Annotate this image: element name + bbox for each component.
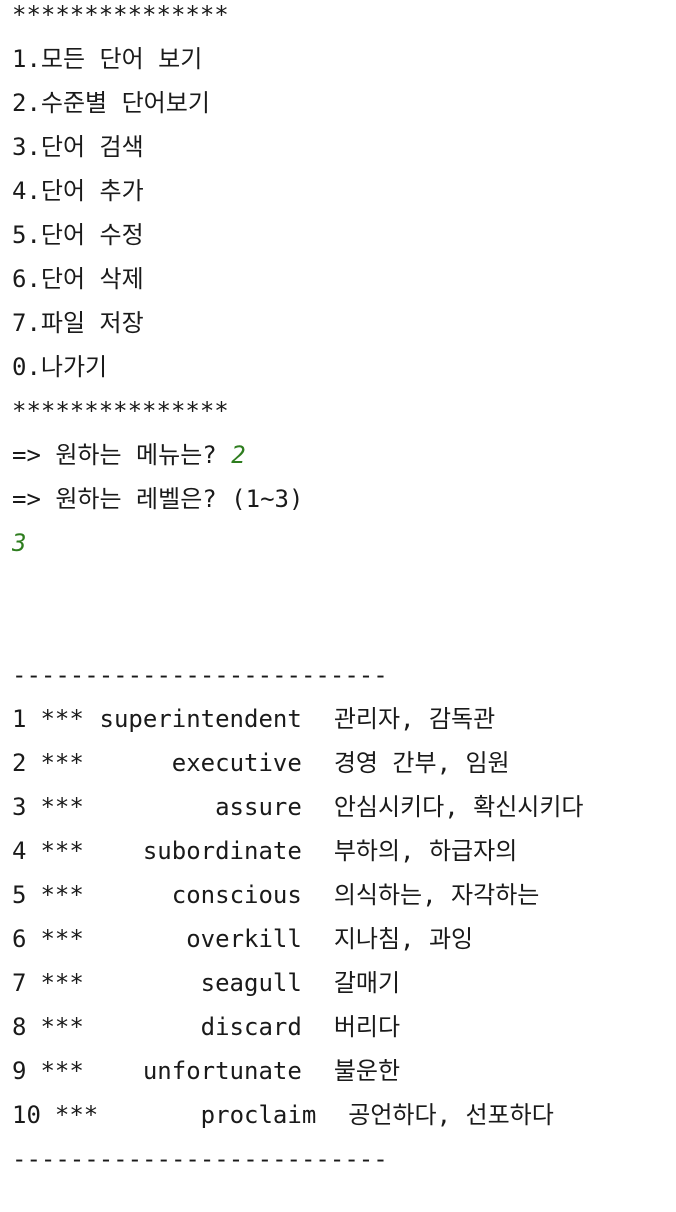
- word-level: ***: [40, 1013, 84, 1041]
- menu-item-search: 3.단어 검색: [12, 133, 144, 161]
- word-level: ***: [40, 969, 84, 997]
- word-list: 1 *** superintendent 관리자, 감독관 2 *** executive 경…: [12, 697, 672, 1137]
- word-level: ***: [40, 793, 84, 821]
- word-index: 4: [12, 837, 27, 865]
- word-meaning: 관리자, 감독관: [333, 705, 496, 733]
- menu-input[interactable]: 2: [231, 441, 245, 469]
- menu-item-save-file: 7.파일 저장: [12, 309, 144, 337]
- word-meaning: 지나침, 과잉: [333, 925, 474, 953]
- word-text: seagull: [200, 969, 302, 997]
- word-level: ***: [40, 749, 84, 777]
- word-index: 10: [12, 1101, 41, 1129]
- word-meaning: 불운한: [333, 1057, 401, 1085]
- word-index: 3: [12, 793, 27, 821]
- menu-item-delete: 6.단어 삭제: [12, 265, 144, 293]
- word-row: 6 *** overkill 지나침, 과잉: [12, 917, 672, 961]
- word-text: superintendent: [99, 705, 302, 733]
- word-text: discard: [200, 1013, 302, 1041]
- console-output: *************** 1.모든 단어 보기 2.수준별 단어보기 3.…: [12, 0, 672, 1181]
- menu-prompt-line: => 원하는 메뉴는? 2: [12, 433, 672, 477]
- word-text: unfortunate: [142, 1057, 302, 1085]
- word-row: 10 *** proclaim 공언하다, 선포하다: [12, 1093, 672, 1137]
- word-meaning: 의식하는, 자각하는: [333, 881, 540, 909]
- word-index: 7: [12, 969, 27, 997]
- word-text: proclaim: [200, 1101, 317, 1129]
- word-index: 2: [12, 749, 27, 777]
- word-row: 4 *** subordinate 부하의, 하급자의: [12, 829, 672, 873]
- menu-item-exit: 0.나가기: [12, 353, 108, 381]
- word-row: 8 *** discard 버리다: [12, 1005, 672, 1049]
- level-input[interactable]: 3: [12, 521, 672, 565]
- word-index: 8: [12, 1013, 27, 1041]
- word-index: 6: [12, 925, 27, 953]
- word-meaning: 버리다: [333, 1013, 401, 1041]
- word-text: overkill: [186, 925, 302, 953]
- word-row: 5 *** conscious 의식하는, 자각하는: [12, 873, 672, 917]
- word-meaning: 공언하다, 선포하다: [348, 1101, 554, 1129]
- word-level: ***: [54, 1101, 99, 1129]
- word-row: 2 *** executive 경영 간부, 임원: [12, 741, 672, 785]
- word-row: 7 *** seagull 갈매기: [12, 961, 672, 1005]
- menu-item-edit: 5.단어 수정: [12, 221, 144, 249]
- word-row: 3 *** assure 안심시키다, 확신시키다: [12, 785, 672, 829]
- word-text: executive: [171, 749, 302, 777]
- word-text: subordinate: [142, 837, 302, 865]
- menu-border-bottom: ***************: [12, 397, 229, 425]
- word-meaning: 경영 간부, 임원: [333, 749, 510, 777]
- menu-item-add: 4.단어 추가: [12, 177, 144, 205]
- menu-border-top: ***************: [12, 1, 229, 29]
- word-row: 9 *** unfortunate 불운한: [12, 1049, 672, 1093]
- word-index: 9: [12, 1057, 27, 1085]
- word-meaning: 안심시키다, 확신시키다: [333, 793, 584, 821]
- separator-bottom: --------------------------: [12, 1145, 388, 1173]
- menu-item-view-all: 1.모든 단어 보기: [12, 45, 203, 73]
- word-level: ***: [40, 705, 84, 733]
- word-level: ***: [40, 837, 84, 865]
- separator-top: --------------------------: [12, 661, 388, 689]
- menu-item-view-by-level: 2.수준별 단어보기: [12, 89, 210, 117]
- word-level: ***: [40, 881, 84, 909]
- word-row: 1 *** superintendent 관리자, 감독관: [12, 697, 672, 741]
- word-meaning: 갈매기: [333, 969, 401, 997]
- menu-prompt: => 원하는 메뉴는?: [12, 441, 232, 469]
- word-text: conscious: [171, 881, 302, 909]
- word-text: assure: [215, 793, 302, 821]
- word-meaning: 부하의, 하급자의: [333, 837, 518, 865]
- level-prompt: => 원하는 레벨은? (1~3): [12, 485, 304, 513]
- word-level: ***: [40, 925, 84, 953]
- word-level: ***: [40, 1057, 84, 1085]
- word-index: 5: [12, 881, 27, 909]
- word-index: 1: [12, 705, 27, 733]
